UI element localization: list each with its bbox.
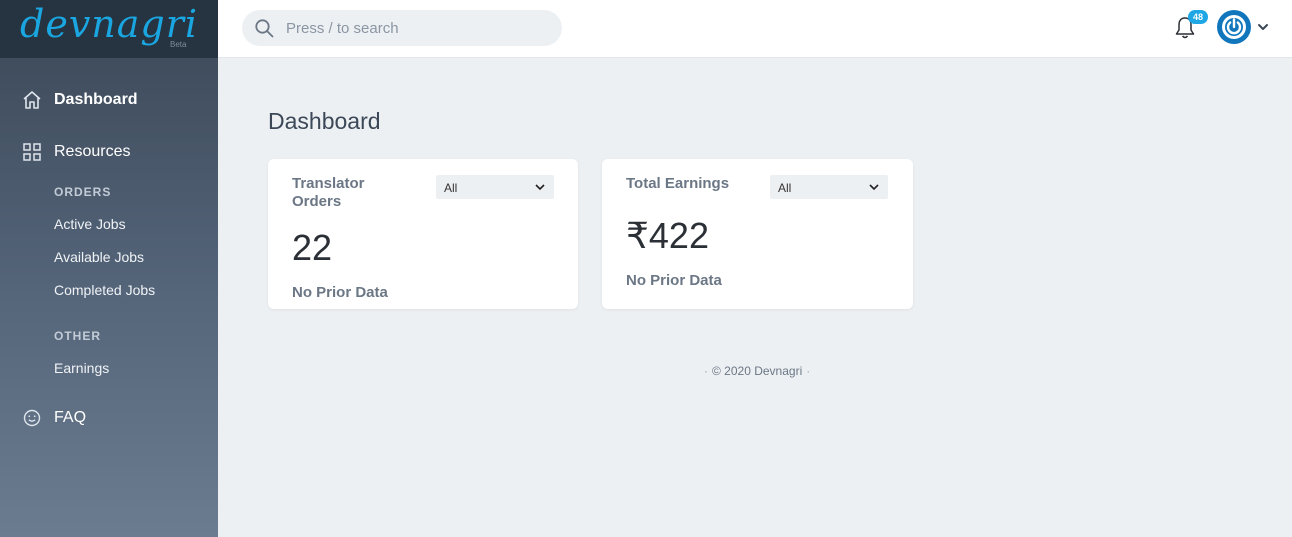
footer-separator: · (704, 364, 708, 378)
logo-badge: Beta (170, 40, 187, 49)
copyright-text: © 2020 Devnagri (712, 364, 803, 378)
chevron-down-icon (869, 184, 879, 191)
sidebar-item-active-jobs[interactable]: Active Jobs (54, 216, 126, 232)
card-title: Translator Orders (292, 175, 365, 210)
filter-select[interactable]: All (770, 175, 888, 199)
sidebar: devnagri Beta Dashboard Resources ORDERS… (0, 0, 218, 537)
total-earnings-card: Total Earnings All ₹422 No Prior Data (602, 159, 913, 309)
card-value: 22 (292, 227, 333, 268)
logo[interactable]: devnagri Beta (0, 0, 218, 58)
sidebar-item-faq[interactable]: FAQ (0, 404, 218, 432)
search-input[interactable] (286, 18, 546, 38)
footer: · © 2020 Devnagri · (700, 364, 814, 378)
chevron-down-icon[interactable] (1256, 20, 1270, 34)
notification-badge: 48 (1188, 10, 1208, 24)
home-icon (23, 91, 41, 109)
card-title: Total Earnings (626, 175, 730, 192)
filter-select[interactable]: All (436, 175, 554, 199)
chevron-down-icon (535, 184, 545, 191)
power-icon (1222, 15, 1246, 39)
grid-icon (23, 143, 41, 161)
section-header-other: OTHER (54, 329, 101, 343)
sidebar-item-label: FAQ (54, 409, 87, 426)
sidebar-item-completed-jobs[interactable]: Completed Jobs (54, 282, 155, 298)
smiley-icon (23, 409, 41, 427)
page-title: Dashboard (268, 108, 381, 134)
card-note: No Prior Data (626, 272, 722, 289)
filter-select-value: All (444, 181, 458, 195)
sidebar-item-available-jobs[interactable]: Available Jobs (54, 249, 144, 265)
search-bar[interactable] (242, 10, 562, 46)
topbar: 48 (218, 0, 1292, 58)
sidebar-item-dashboard[interactable]: Dashboard (0, 86, 218, 114)
card-note: No Prior Data (292, 284, 388, 301)
footer-separator: · (806, 364, 811, 378)
sidebar-item-label: Dashboard (54, 91, 138, 108)
card-value: ₹422 (626, 215, 709, 256)
filter-select-value: All (778, 181, 792, 195)
sidebar-item-earnings[interactable]: Earnings (54, 360, 109, 376)
user-menu-button[interactable] (1217, 10, 1251, 44)
search-icon (255, 19, 274, 38)
sidebar-item-resources[interactable]: Resources (0, 138, 218, 166)
sidebar-item-label: Resources (54, 143, 131, 160)
translator-orders-card: Translator Orders All 22 No Prior Data (268, 159, 578, 309)
section-header-orders: ORDERS (54, 185, 112, 199)
